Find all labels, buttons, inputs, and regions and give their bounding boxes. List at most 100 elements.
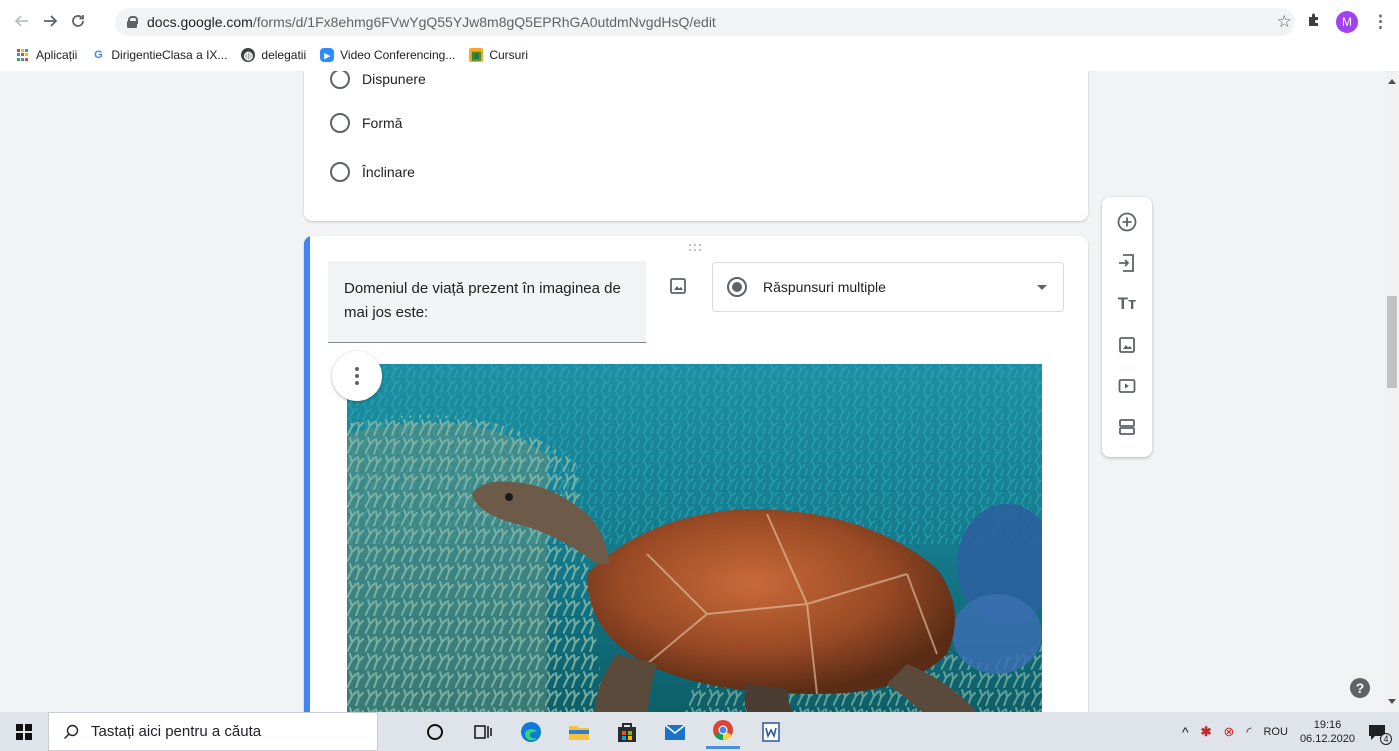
option-label: Formă — [362, 115, 403, 131]
multiple-choice-icon — [727, 277, 747, 297]
add-question-icon — [1117, 212, 1137, 232]
google-g-icon: G — [94, 49, 103, 61]
windows-taskbar: Tastați aici pentru a căuta ^ ✱ ⊗ ◜ ROU … — [0, 712, 1399, 751]
taskbar-clock[interactable]: 19:16 06.12.2020 — [1300, 718, 1355, 746]
active-card-accent — [304, 236, 310, 712]
taskbar-file-explorer[interactable] — [562, 715, 596, 749]
star-bookmark-icon[interactable]: ☆ — [1277, 12, 1292, 32]
add-video-button[interactable] — [1114, 373, 1140, 399]
classroom-icon: ▣ — [469, 48, 484, 62]
lock-icon — [127, 16, 138, 28]
notification-center-button[interactable]: 4 — [1367, 723, 1392, 745]
taskbar-mail[interactable] — [658, 715, 692, 749]
option-row[interactable]: Înclinare — [330, 162, 415, 182]
forms-editor-canvas: Dispunere Formă Înclinare Domeniul de vi… — [0, 71, 1385, 712]
browser-chrome: docs.google.com/forms/d/1Fx8ehmg6FVwYgQ5… — [0, 0, 1399, 71]
image-more-options-button[interactable] — [332, 351, 382, 401]
cortana-button[interactable] — [418, 715, 452, 749]
add-image-button[interactable] — [1114, 332, 1140, 358]
question-type-label: Răspunsuri multiple — [763, 279, 886, 295]
page-scrollbar[interactable] — [1385, 71, 1399, 712]
network-wifi-icon[interactable]: ◜ — [1246, 724, 1251, 740]
input-language[interactable]: ROU — [1263, 726, 1287, 738]
add-title-icon: Tт — [1117, 294, 1137, 313]
bookmark-cursuri[interactable]: ▣ Cursuri — [469, 48, 528, 62]
task-view-button[interactable] — [466, 715, 500, 749]
image-icon — [670, 278, 686, 294]
scroll-down-arrow-icon[interactable] — [1388, 699, 1396, 704]
option-row[interactable]: Formă — [330, 113, 402, 133]
folder-icon — [569, 725, 589, 740]
kebab-menu-icon[interactable]: ⋮ — [1372, 12, 1389, 32]
start-button[interactable] — [0, 712, 48, 751]
import-questions-icon — [1119, 254, 1134, 272]
radio-button-icon[interactable] — [330, 113, 350, 133]
nav-controls — [8, 8, 92, 34]
profile-avatar[interactable]: M — [1336, 11, 1358, 33]
windows-logo-icon — [16, 723, 32, 740]
store-bag-icon — [618, 722, 636, 742]
bookmark-dirigentie[interactable]: G DirigentieClasa a IX... — [91, 48, 227, 62]
option-label: Dispunere — [362, 71, 426, 87]
chrome-icon — [713, 720, 733, 741]
bookmarks-bar: Aplicații G DirigentieClasa a IX... ◍ de… — [0, 44, 1399, 66]
system-tray: ^ ✱ ⊗ ◜ ROU 19:16 06.12.2020 4 — [1182, 712, 1399, 751]
back-button[interactable] — [8, 8, 36, 34]
reload-button[interactable] — [64, 8, 92, 34]
cortana-circle-icon — [427, 723, 443, 740]
side-toolbar: Tт — [1102, 197, 1152, 457]
taskbar-chrome[interactable] — [706, 715, 740, 749]
add-image-icon — [1119, 337, 1135, 353]
forward-arrow-icon — [44, 15, 58, 27]
search-placeholder: Tastați aici pentru a căuta — [91, 723, 262, 740]
option-row[interactable]: Dispunere — [330, 71, 426, 89]
url-path: /forms/d/1Fx8ehmg6FVwYgQ55YJw8m8gQ5EPRhG… — [252, 14, 716, 30]
previous-question-card[interactable]: Dispunere Formă Înclinare — [304, 71, 1088, 221]
reload-icon — [72, 15, 84, 27]
tray-app-icon[interactable]: ✱ — [1201, 724, 1212, 740]
scroll-thumb[interactable] — [1387, 296, 1397, 388]
active-question-card[interactable]: Domeniul de viață prezent în imaginea de… — [304, 236, 1088, 712]
import-questions-button[interactable] — [1114, 250, 1140, 276]
bookmark-delegatii[interactable]: ◍ delegatii — [241, 48, 306, 62]
url-domain: docs.google.com — [147, 14, 253, 30]
scroll-up-arrow-icon[interactable] — [1388, 79, 1396, 84]
taskbar-edge[interactable] — [514, 715, 548, 749]
word-doc-icon — [762, 721, 780, 742]
taskbar-word[interactable] — [754, 715, 788, 749]
option-label: Înclinare — [362, 164, 415, 180]
question-title-input[interactable]: Domeniul de viață prezent în imaginea de… — [328, 261, 646, 343]
question-image-sea-turtle[interactable] — [347, 364, 1042, 712]
add-section-button[interactable] — [1114, 414, 1140, 440]
notification-count-badge: 4 — [1380, 732, 1392, 745]
search-icon — [64, 724, 79, 739]
zoom-icon: ▸ — [320, 48, 335, 62]
back-arrow-icon — [14, 15, 28, 27]
radio-button-icon[interactable] — [330, 71, 350, 89]
taskbar-search-box[interactable]: Tastați aici pentru a căuta — [48, 712, 378, 751]
radio-button-icon[interactable] — [330, 162, 350, 182]
extensions-puzzle-icon[interactable] — [1306, 12, 1322, 33]
taskbar-apps — [418, 715, 788, 749]
forward-button[interactable] — [36, 8, 64, 34]
tray-antivirus-icon[interactable]: ⊗ — [1224, 724, 1235, 740]
add-image-to-question-button[interactable] — [668, 276, 688, 296]
bookmark-apps[interactable]: Aplicații — [16, 48, 77, 62]
dropdown-caret-icon — [1037, 285, 1047, 290]
bookmark-video-conferencing[interactable]: ▸ Video Conferencing... — [320, 48, 455, 62]
add-question-button[interactable] — [1114, 209, 1140, 235]
browser-actions: ☆ M ⋮ — [1277, 8, 1389, 36]
task-view-icon — [474, 724, 492, 739]
mail-icon — [664, 723, 686, 740]
add-title-button[interactable]: Tт — [1114, 291, 1140, 317]
drag-handle-icon[interactable] — [689, 244, 705, 252]
help-icon: ? — [1355, 680, 1365, 696]
taskbar-store[interactable] — [610, 715, 644, 749]
question-type-dropdown[interactable]: Răspunsuri multiple — [712, 262, 1064, 312]
clock-time: 19:16 — [1313, 718, 1342, 731]
tray-chevron-up-icon[interactable]: ^ — [1182, 724, 1189, 740]
add-section-icon — [1119, 419, 1135, 435]
globe-icon: ◍ — [241, 48, 256, 62]
address-bar[interactable]: docs.google.com/forms/d/1Fx8ehmg6FVwYgQ5… — [115, 8, 1295, 36]
help-button[interactable]: ? — [1350, 678, 1370, 698]
